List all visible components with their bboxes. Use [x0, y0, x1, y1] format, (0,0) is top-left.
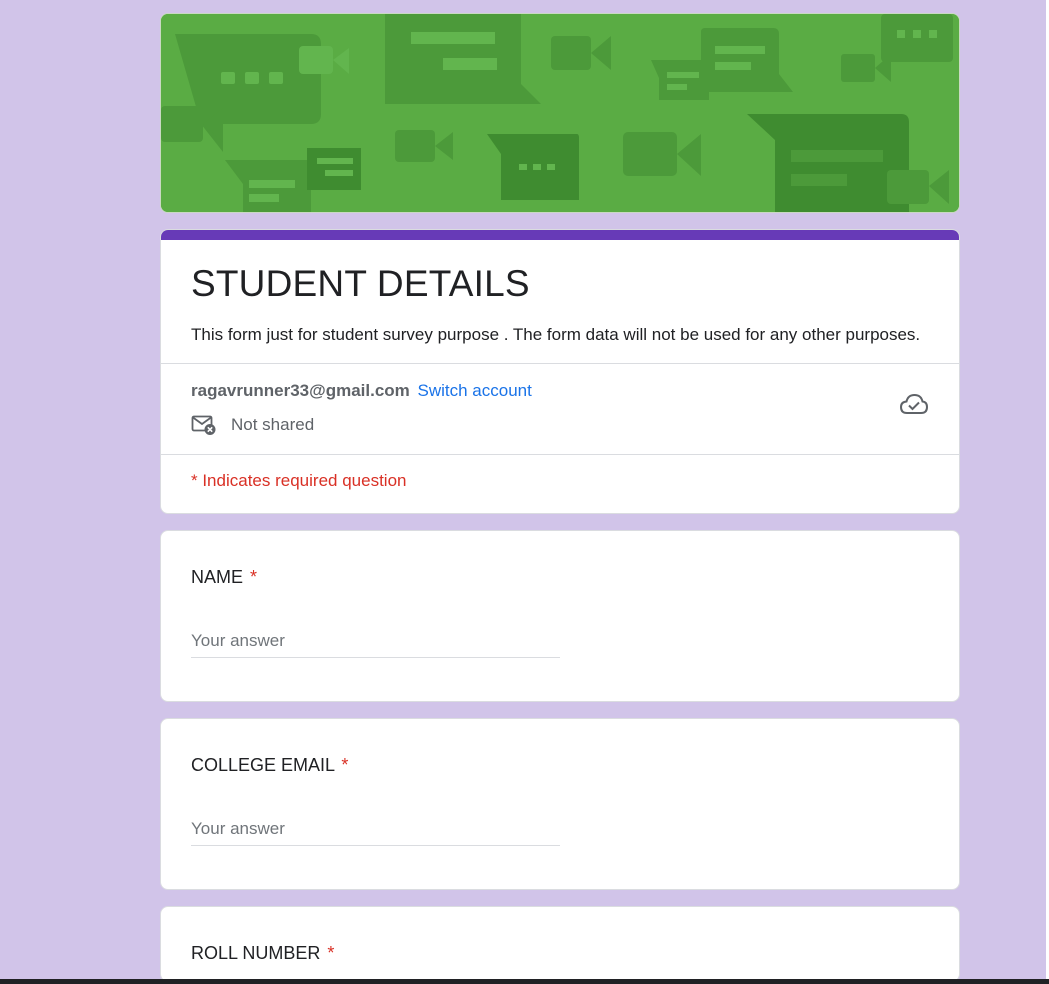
college-email-answer-input[interactable] [191, 819, 560, 846]
cloud-saved-icon [899, 392, 929, 416]
header-banner-image [160, 13, 960, 213]
header-body: STUDENT DETAILS This form just for stude… [161, 240, 959, 363]
question-title: COLLEGE EMAIL * [191, 753, 929, 777]
form-header-card: STUDENT DETAILS This form just for stude… [160, 229, 960, 514]
account-section: ragavrunner33@gmail.com Switch account N… [161, 364, 959, 454]
bottom-edge-bar [0, 979, 1049, 984]
form-column: STUDENT DETAILS This form just for stude… [160, 13, 960, 982]
account-email: ragavrunner33@gmail.com [191, 381, 410, 400]
question-label: NAME [191, 567, 244, 587]
form-page: STUDENT DETAILS This form just for stude… [0, 0, 1049, 984]
mail-not-shared-icon [191, 414, 217, 436]
question-card-name: NAME * [160, 530, 960, 702]
required-note: * Indicates required question [191, 471, 407, 490]
required-asterisk: * [341, 755, 349, 775]
question-card-roll-number: ROLL NUMBER * [160, 906, 960, 982]
required-asterisk: * [327, 943, 335, 963]
switch-account-link[interactable]: Switch account [418, 381, 532, 400]
banner-chat-pattern [161, 14, 959, 212]
question-label: COLLEGE EMAIL [191, 755, 335, 775]
name-answer-input[interactable] [191, 631, 560, 658]
required-asterisk: * [250, 567, 258, 587]
share-status-line: Not shared [191, 414, 929, 436]
question-title: ROLL NUMBER * [191, 941, 929, 965]
account-line: ragavrunner33@gmail.com Switch account [191, 380, 929, 402]
form-description: This form just for student survey purpos… [191, 325, 921, 344]
form-title: STUDENT DETAILS [191, 263, 530, 304]
question-card-college-email: COLLEGE EMAIL * [160, 718, 960, 890]
question-label: ROLL NUMBER [191, 943, 321, 963]
header-accent-bar [161, 230, 959, 240]
share-status-text: Not shared [231, 415, 315, 434]
question-title: NAME * [191, 565, 929, 589]
